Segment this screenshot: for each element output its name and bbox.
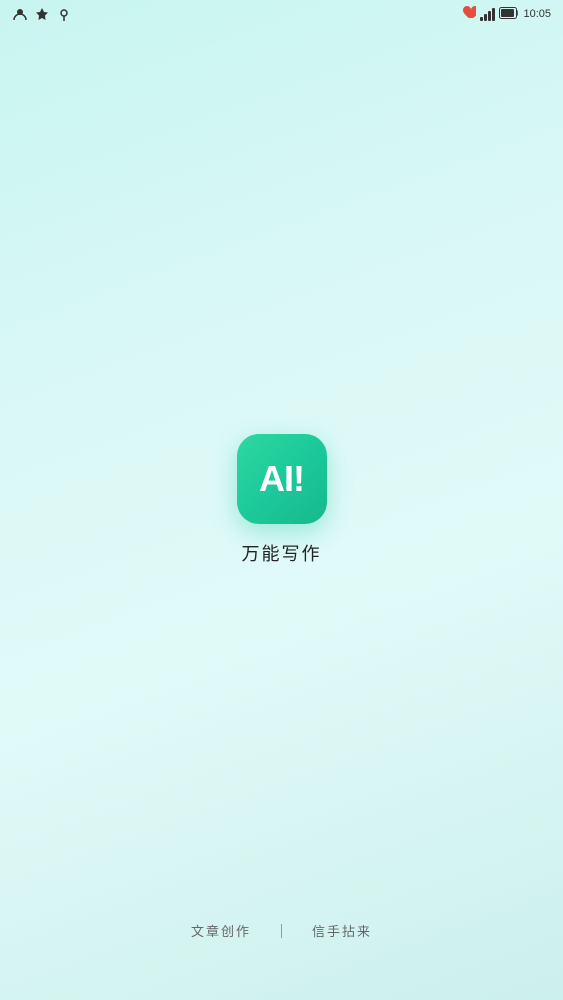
status-bar: 10:05 (0, 0, 563, 28)
battery-icon (499, 7, 519, 22)
time-display: 10:05 (523, 8, 551, 20)
tagline-item-1: 文章创作 (191, 921, 251, 940)
app-icon[interactable]: AI! (237, 434, 327, 524)
user-icon (12, 6, 28, 22)
main-content: AI! 万能写作 (237, 434, 327, 566)
notification-icon (34, 6, 50, 22)
signal-bars (480, 7, 495, 21)
app-icon-label: AI! (259, 461, 304, 497)
heart-icon (462, 6, 476, 23)
tagline-divider (281, 924, 282, 938)
location-icon (56, 6, 72, 22)
status-bar-right: 10:05 (462, 6, 551, 23)
bottom-tagline: 文章创作 信手拈来 (0, 921, 563, 940)
app-name: 万能写作 (242, 540, 322, 566)
status-bar-left (12, 6, 72, 22)
tagline-item-2: 信手拈来 (312, 921, 372, 940)
